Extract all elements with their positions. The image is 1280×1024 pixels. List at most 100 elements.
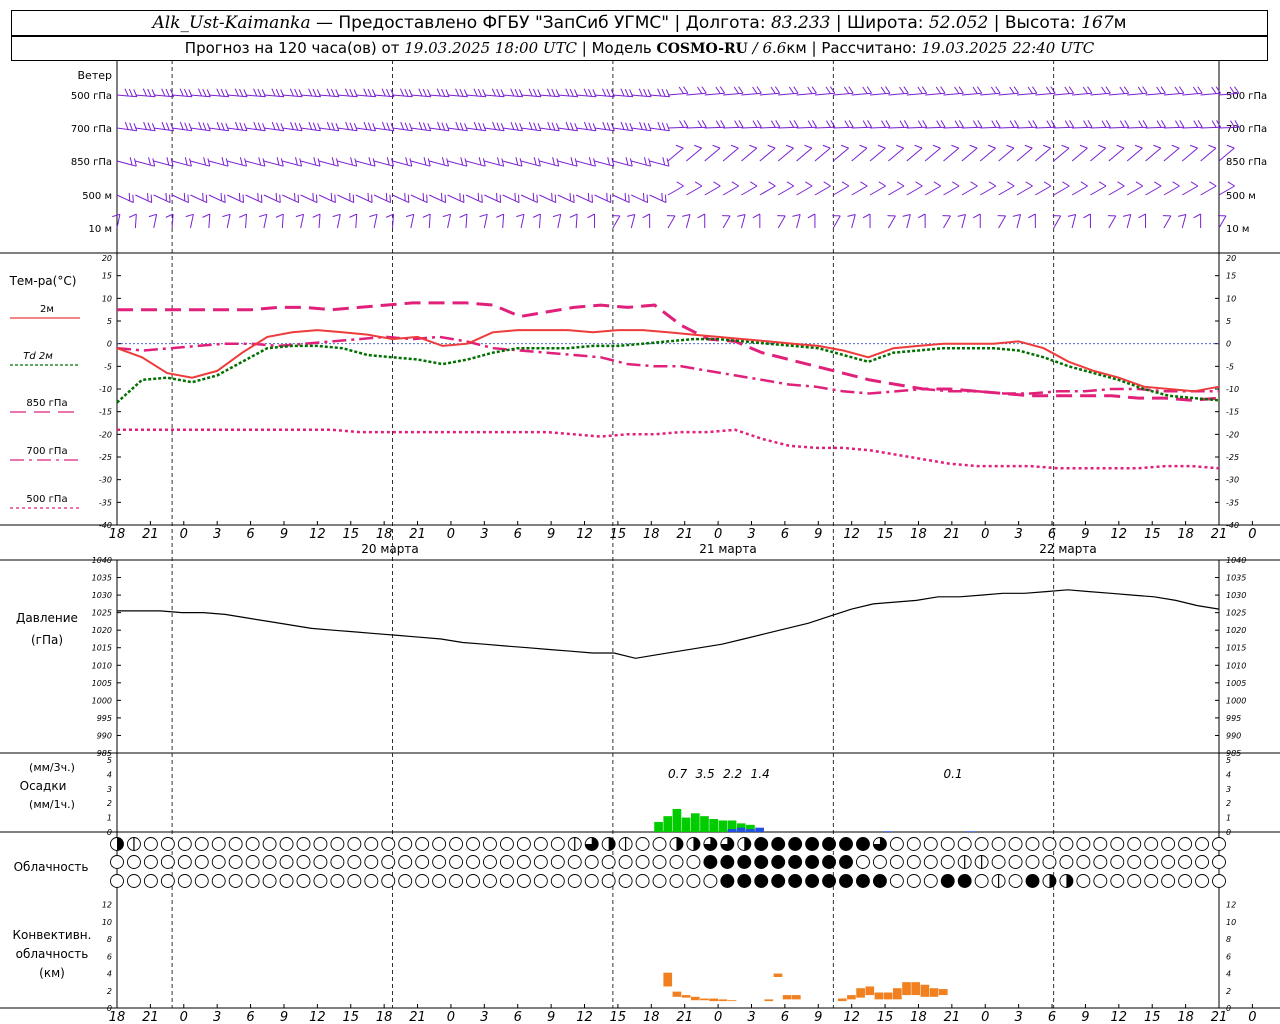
cloud-circle-outline — [788, 874, 803, 888]
cloud-circle-outline — [381, 837, 396, 851]
wind-barb-feather — [1142, 86, 1148, 94]
cloud-circle-outline — [906, 855, 921, 869]
wind-barb-1-14 — [374, 121, 395, 132]
time-axis-top-tick-label-9: 21 — [409, 527, 426, 542]
wind-barb-staff — [704, 92, 725, 96]
wind-barb-feather — [917, 120, 923, 128]
wind-barb-staff — [594, 127, 615, 132]
wind-barb-0-56 — [1145, 86, 1166, 96]
wind-barb-feather — [188, 89, 193, 97]
temperature-title: Тем-ра(°С) — [9, 274, 77, 288]
wind-barb-feather — [129, 122, 133, 131]
wind-barb-feather — [239, 122, 244, 131]
wind-barb-2-25 — [576, 157, 596, 167]
wind-barb-1-7 — [245, 121, 266, 132]
convective-bar-6 — [718, 999, 728, 1002]
wind-barb-staff — [906, 185, 923, 196]
wind-barb-feather — [299, 158, 303, 167]
snow-bar-0 — [727, 829, 737, 832]
wind-barb-feather — [1116, 144, 1125, 149]
wind-barb-staff — [465, 194, 483, 204]
time-axis-bottom-tick-label-24: 18 — [910, 1010, 927, 1024]
wind-barb-3-9 — [282, 192, 300, 204]
wind-barb-staff — [410, 194, 428, 204]
time-axis-bottom-tick-label-23: 15 — [877, 1010, 894, 1024]
wind-barb-feather — [404, 88, 409, 97]
cloud-circle-upper-2 — [143, 837, 158, 851]
wind-barb-3-15 — [392, 192, 410, 204]
wind-barb-staff — [685, 214, 691, 229]
wind-barb-feather — [418, 88, 423, 97]
wind-barb-staff — [1053, 185, 1070, 196]
wind-barb-4-2 — [148, 213, 158, 229]
wind-barb-feather — [830, 120, 836, 128]
cloud-circle-lower-21 — [466, 874, 480, 888]
cloud-circle-middle-61 — [1144, 855, 1159, 869]
wind-barb-staff — [612, 160, 633, 167]
time-axis-top-tick-label-32: 18 — [1177, 527, 1194, 542]
time-axis-bottom-tick-label-6: 12 — [309, 1010, 326, 1024]
wind-barb-feather — [715, 120, 721, 128]
cloud-circle-middle-27 — [567, 855, 582, 869]
press-ytick-left-10: 990 — [97, 731, 112, 740]
wind-barb-feather — [826, 120, 831, 128]
wind-barb-1-52 — [1072, 120, 1093, 129]
wind-barb-feather — [1178, 86, 1185, 94]
wind-barb-feather — [271, 88, 276, 97]
convective-bar-12 — [837, 998, 847, 1002]
time-axis-bottom-tick-label-9: 21 — [409, 1010, 426, 1024]
wind-barb-0-49 — [1016, 86, 1038, 96]
wind-barb-4-17 — [422, 213, 431, 229]
cloud-circle-middle-29 — [601, 855, 616, 869]
wind-barb-feather — [1025, 181, 1033, 187]
wind-barb-1-57 — [1163, 120, 1185, 129]
wind-barb-feather — [1024, 144, 1033, 149]
wind-barb-feather — [261, 89, 266, 97]
wind-barb-2-9 — [282, 157, 303, 167]
wind-barb-feather — [697, 213, 705, 219]
convective-bar-21 — [920, 984, 930, 997]
wind-barb-staff — [300, 127, 321, 132]
wind-barb-4-9 — [275, 213, 284, 229]
wind-barb-feather — [459, 88, 464, 97]
cloud-circle-upper-59 — [1110, 837, 1125, 851]
wind-barb-feather — [767, 144, 776, 149]
wind-barb-feather — [1161, 120, 1166, 128]
wind-barb-staff — [355, 94, 376, 98]
wind-barb-staff — [392, 194, 410, 204]
wind-barb-feather — [805, 181, 813, 187]
wind-barb-feather — [528, 121, 533, 130]
wind-barb-feather — [734, 120, 740, 128]
wind-barb-staff — [1016, 185, 1033, 196]
wind-barb-0-13 — [355, 88, 377, 98]
convective-bar-15 — [865, 986, 875, 996]
wind-barb-1-24 — [557, 121, 579, 132]
wind-barb-1-59 — [1200, 120, 1222, 129]
time-axis-bottom-tick-label-19: 3 — [747, 1010, 755, 1024]
wind-barb-3-23 — [539, 192, 557, 204]
wind-barb-feather — [148, 157, 151, 166]
wind-barb-feather — [179, 121, 184, 130]
wind-barb-feather — [276, 122, 280, 131]
cloud-circle-upper-32 — [652, 837, 667, 851]
wind-barb-feather — [242, 194, 245, 203]
cloud-circle-upper-15 — [364, 837, 379, 851]
wind-barb-1-26 — [594, 121, 615, 132]
cloud-circle-middle-62 — [1161, 855, 1176, 869]
time-axis-top-tick-label-1: 21 — [142, 527, 159, 542]
cloud-circle-upper-4 — [177, 837, 192, 851]
cloud-circle-middle-50 — [957, 855, 972, 869]
wind-barb-feather — [441, 157, 445, 166]
wind-barb-2-58 — [1181, 144, 1198, 162]
wind-barb-feather — [752, 213, 761, 219]
wind-barb-feather — [446, 158, 450, 167]
wind-barb-staff — [961, 147, 978, 162]
time-axis-top-tick-label-25: 21 — [944, 527, 961, 542]
wind-barb-feather — [189, 158, 192, 167]
conv-ytick-left-3: 6 — [107, 952, 112, 961]
wind-barb-1-31 — [686, 120, 707, 129]
wind-barb-feather — [935, 86, 942, 94]
wind-barb-feather — [793, 120, 799, 128]
wind-barb-feather — [859, 144, 868, 149]
wind-barb-feather — [334, 194, 336, 203]
